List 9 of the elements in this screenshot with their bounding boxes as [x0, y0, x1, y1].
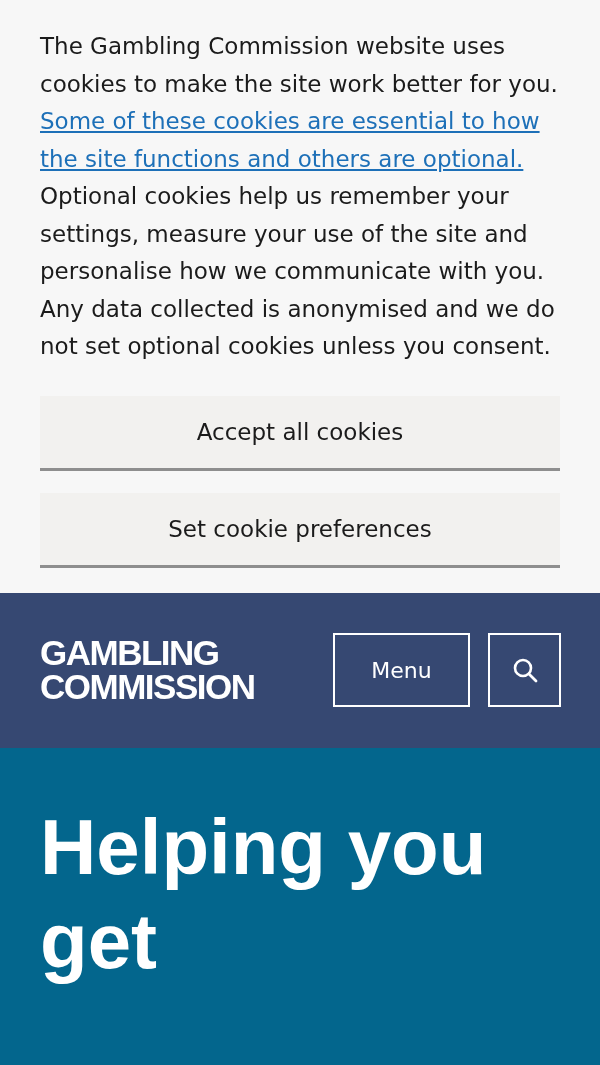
menu-button[interactable]: Menu: [333, 633, 470, 707]
logo[interactable]: GAMBLING COMMISSION: [40, 636, 255, 704]
cookie-button[interactable]: Accept all cookies: [40, 395, 560, 471]
cookie-button[interactable]: Set cookie preferences: [40, 492, 560, 568]
hero-heading: Helping you get: [40, 801, 488, 987]
search-button[interactable]: [488, 633, 561, 707]
cookie-info-link[interactable]: Some of these cookies are essential to how the site functions and others are optional.: [40, 103, 560, 178]
cookie-notice-text: Optional cookies help us remember your settings, measure your use of the site and personalise how we communicate with you. Any data collected is anonymised and we do not set optional cookies unless you consent.: [40, 182, 556, 361]
cookie-notice-text: The Gambling Commission website uses cookies to make the site work better for you.: [40, 32, 559, 99]
